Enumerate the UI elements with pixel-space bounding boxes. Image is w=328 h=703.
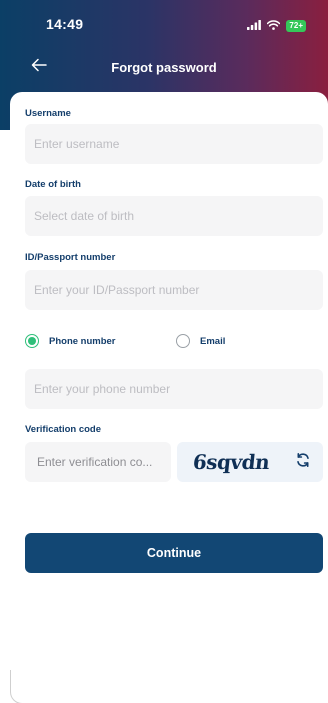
continue-button[interactable]: Continue (25, 533, 323, 573)
dob-label: Date of birth (25, 179, 81, 190)
captcha-image: 6sqvdn (177, 442, 323, 482)
captcha-text: 6sqvdn (191, 450, 271, 474)
battery-indicator: 72+ (286, 20, 306, 32)
radio-selected-icon (25, 334, 39, 348)
id-passport-field[interactable]: Enter your ID/Passport number (25, 270, 323, 310)
phone-field[interactable]: Enter your phone number (25, 369, 323, 409)
wifi-icon (267, 17, 281, 35)
refresh-icon (295, 452, 311, 473)
status-icons: 72+ (247, 17, 306, 35)
status-bar: 14:49 72+ (0, 0, 328, 46)
page-title: Forgot password (111, 60, 217, 75)
captcha-refresh-button[interactable] (293, 452, 313, 472)
radio-email[interactable]: Email (176, 334, 225, 348)
verification-label: Verification code (25, 424, 102, 435)
username-field[interactable]: Enter username (25, 124, 323, 164)
signal-icon (247, 17, 262, 35)
nav-bar: Forgot password (0, 52, 328, 82)
dob-field[interactable]: Select date of birth (25, 196, 323, 236)
card-corner-edge (10, 670, 31, 703)
radio-phone[interactable]: Phone number (25, 334, 116, 348)
username-label: Username (25, 108, 71, 119)
id-passport-label: ID/Passport number (25, 252, 116, 263)
contact-method-group: Phone number Email (25, 334, 323, 352)
forgot-password-screen: 14:49 72+ Forgot password Username Enter… (0, 0, 328, 703)
radio-phone-label: Phone number (49, 335, 116, 347)
status-time: 14:49 (46, 16, 84, 32)
radio-email-label: Email (200, 335, 226, 347)
verification-code-field[interactable]: Enter verification co... (25, 442, 171, 482)
radio-unselected-icon (176, 334, 190, 348)
